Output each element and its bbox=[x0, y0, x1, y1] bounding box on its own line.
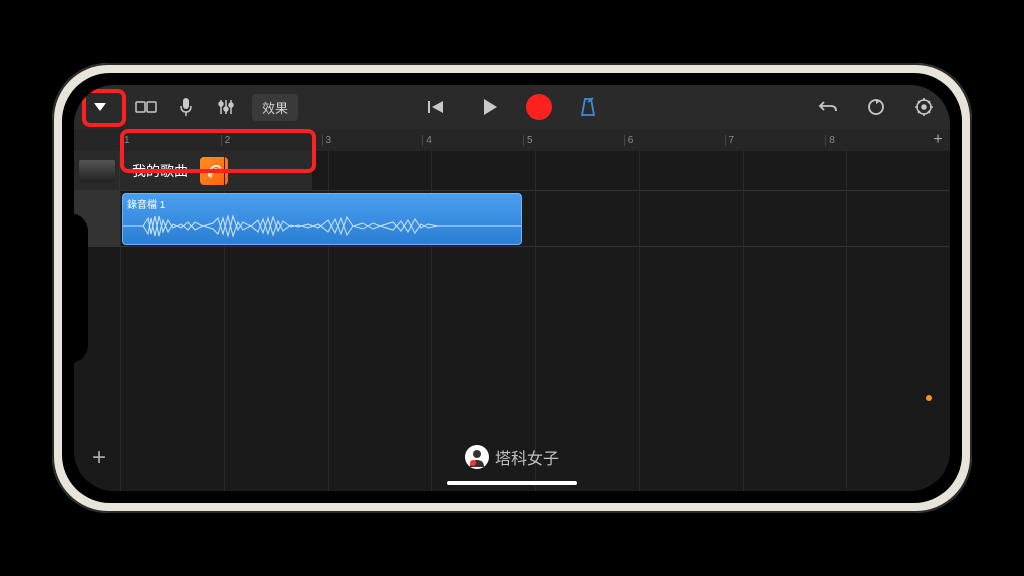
phone-bezel: 效果 bbox=[62, 73, 962, 503]
mixer-icon[interactable] bbox=[208, 89, 244, 125]
undo-button[interactable] bbox=[810, 89, 846, 125]
ruler-mark: 6 bbox=[624, 135, 725, 146]
ruler-mark: 2 bbox=[221, 135, 322, 146]
main-toolbar: 效果 bbox=[74, 85, 950, 129]
record-button[interactable] bbox=[526, 94, 552, 120]
home-indicator[interactable] bbox=[447, 481, 577, 485]
piano-icon bbox=[79, 160, 115, 182]
watermark-avatar-icon bbox=[465, 445, 489, 469]
app-screen: 效果 bbox=[74, 85, 950, 491]
watermark-text: 塔科女子 bbox=[495, 445, 559, 469]
songs-dropdown-button[interactable] bbox=[82, 89, 118, 125]
song-title-text: 我的歌曲 bbox=[132, 161, 188, 181]
transport-controls bbox=[418, 89, 606, 125]
audio-region[interactable]: 錄音檔 1 bbox=[122, 193, 522, 245]
ruler-mark: 4 bbox=[422, 135, 523, 146]
loop-button[interactable] bbox=[858, 89, 894, 125]
notification-dot-icon bbox=[926, 395, 932, 401]
ruler-mark: 8 bbox=[825, 135, 926, 146]
ruler-marks: 1 2 3 4 5 6 7 8 bbox=[120, 135, 926, 146]
microphone-icon[interactable] bbox=[168, 89, 204, 125]
ruler-mark: 7 bbox=[725, 135, 826, 146]
metronome-button[interactable] bbox=[570, 89, 606, 125]
settings-gear-icon[interactable] bbox=[906, 89, 942, 125]
audio-track-row: 錄音檔 1 bbox=[74, 191, 950, 247]
phone-frame: 效果 bbox=[52, 63, 972, 513]
ruler-mark: 1 bbox=[120, 135, 221, 146]
instrument-header[interactable] bbox=[74, 151, 120, 190]
effects-button[interactable]: 效果 bbox=[252, 94, 298, 121]
waveform-icon bbox=[123, 208, 522, 244]
tracks-view-button[interactable] bbox=[128, 89, 164, 125]
add-section-button[interactable]: + bbox=[926, 131, 950, 149]
ruler-mark: 5 bbox=[523, 135, 624, 146]
watermark: 塔科女子 bbox=[465, 445, 559, 469]
song-header-row: 我的歌曲 bbox=[74, 151, 950, 191]
rewind-button[interactable] bbox=[418, 89, 454, 125]
add-track-button[interactable]: + bbox=[84, 443, 114, 473]
garageband-icon bbox=[200, 157, 228, 185]
toolbar-right-group bbox=[810, 89, 942, 125]
play-button[interactable] bbox=[472, 89, 508, 125]
timeline-ruler[interactable]: 1 2 3 4 5 6 7 8 + bbox=[74, 129, 950, 151]
phone-notch bbox=[62, 213, 88, 363]
song-title-button[interactable]: 我的歌曲 bbox=[120, 151, 312, 190]
track-area: 我的歌曲 錄音檔 1 bbox=[74, 151, 950, 491]
ruler-mark: 3 bbox=[322, 135, 423, 146]
